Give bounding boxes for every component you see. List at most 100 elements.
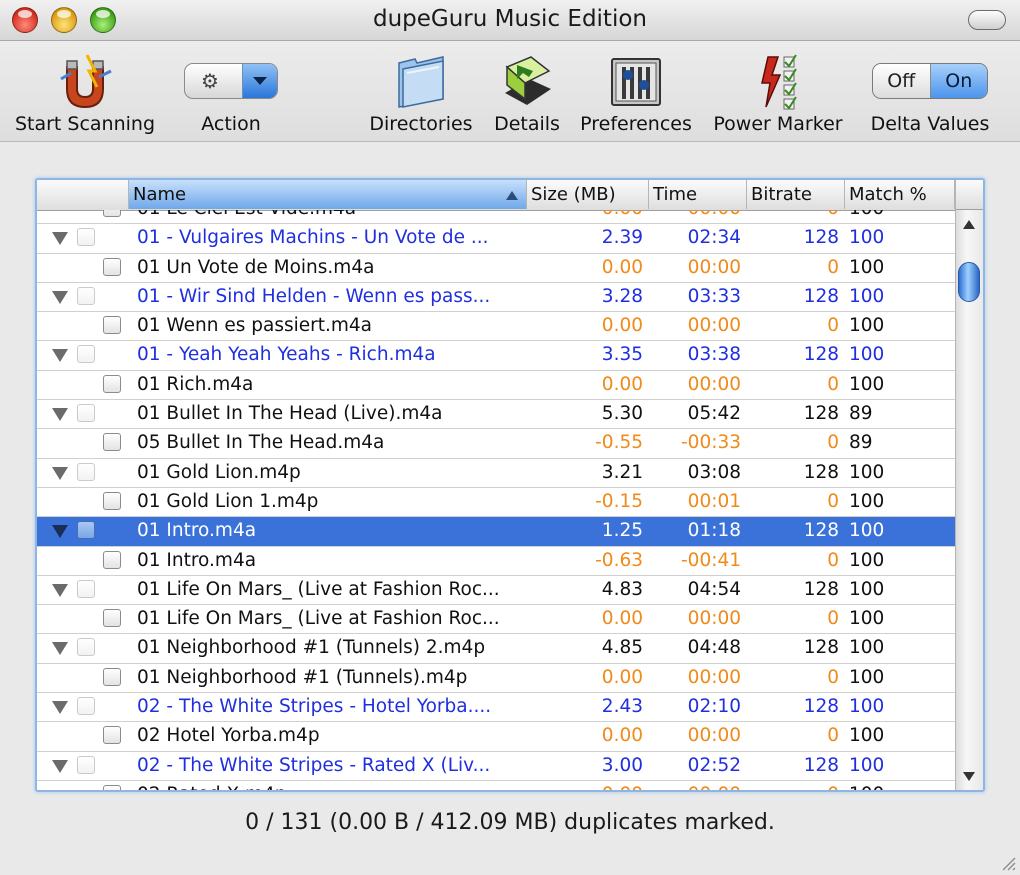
reference-row[interactable]: 01 Intro.m4a 1.25 01:18 128 100 xyxy=(37,517,955,547)
duplicate-row[interactable]: 02 Hotel Yorba.m4p 0.00 00:00 0 100 xyxy=(37,722,955,752)
size-cell: 0.00 xyxy=(601,256,643,278)
match-cell: 100 xyxy=(849,285,885,307)
match-cell: 100 xyxy=(849,696,885,718)
disclosure-triangle-icon[interactable] xyxy=(52,232,68,246)
column-header-size[interactable]: Size (MB) xyxy=(527,180,649,209)
mark-checkbox[interactable] xyxy=(103,667,121,686)
duplicate-row[interactable]: 01 Un Vote de Moins.m4a 0.00 00:00 0 100 xyxy=(37,254,955,283)
power-marker-button[interactable]: Power Marker xyxy=(708,41,848,141)
match-cell: 100 xyxy=(849,666,885,688)
reference-row[interactable]: 01 - Wir Sind Helden - Wenn es pass... 3.… xyxy=(37,283,955,313)
disclosure-triangle-icon[interactable] xyxy=(52,349,68,363)
results-table: Name Size (MB) Time Bitrate Match % 01 L… xyxy=(35,178,985,792)
mark-checkbox[interactable] xyxy=(103,491,121,510)
file-name-cell: 01 Intro.m4a xyxy=(137,549,257,571)
duplicate-row[interactable]: 02 Rated X.m4p 0.00 00:00 0 100 xyxy=(37,781,955,790)
disclosure-triangle-icon[interactable] xyxy=(52,408,68,422)
action-menu[interactable]: ⚙ Action xyxy=(175,41,287,141)
reference-row[interactable]: 01 - Vulgaires Machins - Un Vote de ... 2… xyxy=(37,224,955,254)
disclosure-triangle-icon[interactable] xyxy=(52,701,68,715)
action-popup-button[interactable]: ⚙ xyxy=(184,63,278,99)
details-button[interactable]: Details xyxy=(487,41,567,141)
scrollbar-thumb[interactable] xyxy=(958,262,980,302)
mark-checkbox[interactable] xyxy=(103,609,121,628)
window-title: dupeGuru Music Edition xyxy=(372,6,647,32)
file-name-cell: 01 Rich.m4a xyxy=(137,373,254,395)
bitrate-cell: 0 xyxy=(747,210,839,223)
delta-on-segment[interactable]: On xyxy=(930,64,987,98)
match-cell: 100 xyxy=(849,578,885,600)
duplicate-row[interactable]: 01 Wenn es passiert.m4a 0.00 00:00 0 100 xyxy=(37,312,955,342)
folder-icon xyxy=(398,56,444,108)
vertical-scrollbar[interactable] xyxy=(955,210,983,790)
mark-checkbox[interactable] xyxy=(103,374,121,393)
scroll-down-arrow-icon[interactable] xyxy=(956,766,983,788)
file-name-cell: 02 - The White Stripes - Hotel Yorba.... xyxy=(137,696,492,718)
delta-off-segment[interactable]: Off xyxy=(873,64,931,98)
duplicate-row[interactable]: 01 Intro.m4a -0.63 -00:41 0 100 xyxy=(37,547,955,576)
size-cell: 4.83 xyxy=(601,578,643,600)
file-name-cell: 02 Rated X.m4p xyxy=(137,781,525,790)
preferences-button[interactable]: Preferences xyxy=(577,41,695,141)
mark-checkbox[interactable] xyxy=(103,550,121,569)
duplicate-row[interactable]: 01 Le Ciel Est Vide.m4a 0.00 00:00 0 100 xyxy=(37,210,955,225)
file-name-cell: 01 Bullet In The Head (Live).m4a xyxy=(137,403,443,425)
disclosure-triangle-icon[interactable] xyxy=(52,525,68,539)
size-cell: -0.63 xyxy=(595,549,643,571)
directories-button[interactable]: Directories xyxy=(365,41,477,141)
toolbar-toggle-button[interactable] xyxy=(968,10,1006,30)
disclosure-triangle-icon[interactable] xyxy=(52,583,68,597)
column-header-match[interactable]: Match % xyxy=(845,180,955,209)
reference-row[interactable]: 01 Neighborhood #1 (Tunnels) 2.m4p 4.85 04… xyxy=(37,634,955,664)
magnet-scan-icon xyxy=(60,54,112,109)
duplicate-row[interactable]: 01 Neighborhood #1 (Tunnels).m4p 0.00 00:0… xyxy=(37,664,955,694)
header-blank[interactable] xyxy=(37,180,129,209)
size-cell: 0.00 xyxy=(601,315,643,337)
resize-grip-icon[interactable] xyxy=(998,853,1016,871)
duplicate-row[interactable]: 01 Gold Lion 1.m4p -0.15 00:01 0 100 xyxy=(37,488,955,518)
bitrate-cell: 0 xyxy=(827,666,839,688)
bitrate-cell: 128 xyxy=(803,637,839,659)
match-cell: 100 xyxy=(849,461,885,483)
column-header-time[interactable]: Time xyxy=(649,180,747,209)
reference-row[interactable]: 01 Gold Lion.m4p 3.21 03:08 128 100 xyxy=(37,459,955,488)
size-cell: 0.00 xyxy=(601,373,643,395)
duplicate-row[interactable]: 01 Life On Mars_ (Live at Fashion Roc...… xyxy=(37,605,955,635)
time-cell: 03:38 xyxy=(687,344,741,366)
bitrate-cell: 128 xyxy=(803,696,839,718)
reference-row[interactable]: 01 Bullet In The Head (Live).m4a 5.30 05:4… xyxy=(37,400,955,430)
directories-label: Directories xyxy=(369,113,473,135)
match-cell: 89 xyxy=(849,403,873,425)
time-cell: 00:00 xyxy=(687,725,741,747)
column-header-name[interactable]: Name xyxy=(129,180,527,209)
bitrate-cell: 128 xyxy=(803,344,839,366)
disclosure-triangle-icon[interactable] xyxy=(52,466,68,480)
match-cell: 100 xyxy=(849,754,885,776)
mark-checkbox[interactable] xyxy=(103,433,121,452)
reference-row[interactable]: 01 - Yeah Yeah Yeahs - Rich.m4a 3.35 03:38… xyxy=(37,341,955,371)
mark-checkbox[interactable] xyxy=(103,316,121,335)
disclosure-triangle-icon[interactable] xyxy=(52,759,68,773)
start-scanning-button[interactable]: Start Scanning xyxy=(10,41,160,141)
delta-values-toggle[interactable]: Off On xyxy=(872,63,988,99)
mark-checkbox[interactable] xyxy=(103,210,121,217)
disclosure-triangle-icon[interactable] xyxy=(52,290,68,304)
column-header-bitrate[interactable]: Bitrate xyxy=(747,180,845,209)
file-name-cell: 05 Bullet In The Head.m4a xyxy=(137,432,385,454)
match-cell: 100 xyxy=(849,549,885,571)
duplicate-row[interactable]: 05 Bullet In The Head.m4a -0.55 -00:33 0 89 xyxy=(37,429,955,459)
disclosure-triangle-icon[interactable] xyxy=(52,642,68,656)
mark-checkbox[interactable] xyxy=(103,257,121,276)
reference-row[interactable]: 01 Life On Mars_ (Live at Fashion Roc...… xyxy=(37,576,955,606)
mark-checkbox[interactable] xyxy=(103,784,121,790)
reference-row[interactable]: 02 - The White Stripes - Rated X (Liv...… xyxy=(37,752,955,781)
mark-checkbox[interactable] xyxy=(103,726,121,745)
duplicate-row[interactable]: 01 Rich.m4a 0.00 00:00 0 100 xyxy=(37,371,955,401)
reference-row[interactable]: 02 - The White Stripes - Hotel Yorba....… xyxy=(37,693,955,723)
time-cell: 00:00 xyxy=(649,210,741,223)
scroll-up-arrow-icon[interactable] xyxy=(956,214,983,236)
start-scanning-label: Start Scanning xyxy=(14,113,156,135)
file-name-cell: 01 Gold Lion.m4p xyxy=(137,461,301,483)
file-name-cell: 01 Intro.m4a xyxy=(137,520,257,542)
bitrate-cell: 0 xyxy=(827,373,839,395)
